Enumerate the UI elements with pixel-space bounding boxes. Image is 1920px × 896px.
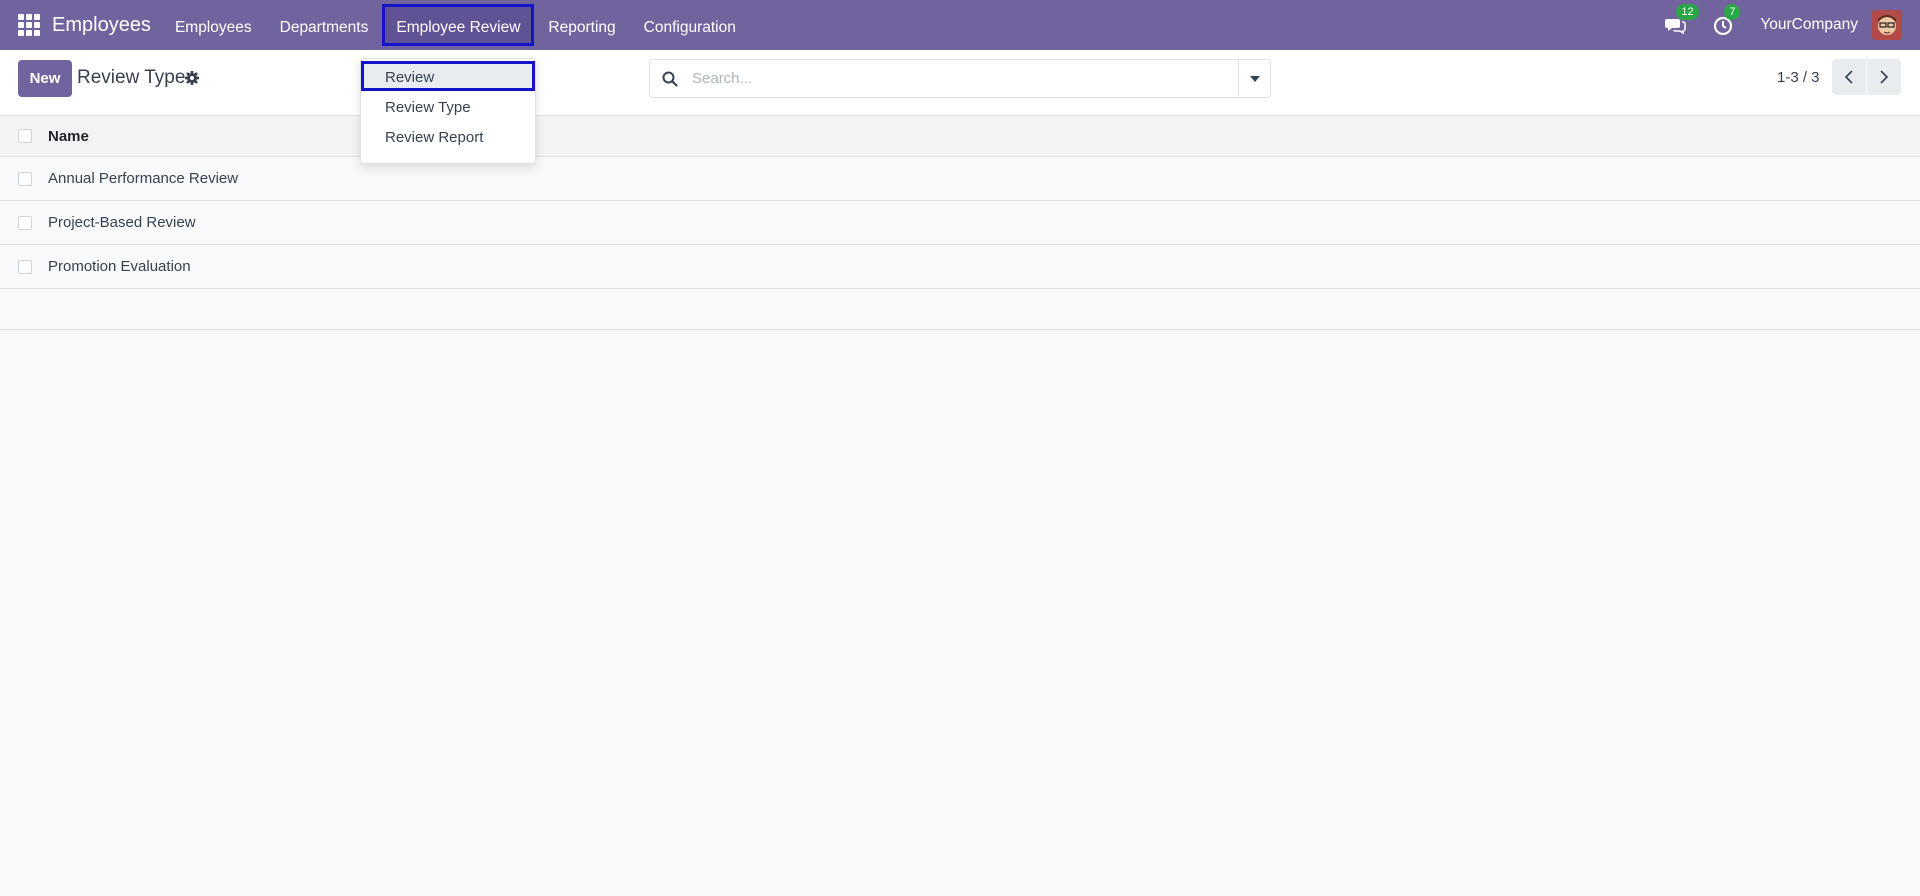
list-header: Name <box>0 116 1920 157</box>
row-name: Annual Performance Review <box>48 170 239 187</box>
dropdown-item-review[interactable]: Review <box>361 61 535 91</box>
search-input[interactable] <box>692 70 1232 87</box>
chevron-right-icon <box>1880 70 1889 84</box>
search-icon <box>662 71 678 87</box>
navbar-systray: 12 7 YourCompany <box>1664 0 1920 50</box>
top-navbar: Employees Employees Departments Employee… <box>0 0 1920 50</box>
company-switcher[interactable]: YourCompany <box>1760 16 1858 34</box>
row-name: Promotion Evaluation <box>48 258 191 275</box>
table-row[interactable]: Project-Based Review <box>0 201 1920 245</box>
column-header-name[interactable]: Name <box>48 128 89 145</box>
list-footer-spacer <box>0 289 1920 330</box>
dropdown-item-review-type[interactable]: Review Type <box>361 91 535 121</box>
menu-reporting[interactable]: Reporting <box>534 4 629 46</box>
activities-badge: 7 <box>1724 4 1741 20</box>
row-checkbox[interactable] <box>18 215 32 230</box>
row-name: Project-Based Review <box>48 214 196 231</box>
gear-icon[interactable] <box>184 70 200 86</box>
new-button[interactable]: New <box>18 60 72 97</box>
messages-icon[interactable]: 12 <box>1664 4 1699 36</box>
app-menu-grid-icon[interactable] <box>18 14 40 36</box>
row-checkbox[interactable] <box>18 171 32 186</box>
dropdown-item-review-report[interactable]: Review Report <box>361 121 535 151</box>
chevron-left-icon <box>1844 70 1853 84</box>
pager-value[interactable]: 1-3 / 3 <box>1777 69 1820 86</box>
select-all-checkbox[interactable] <box>18 129 32 143</box>
menu-employees[interactable]: Employees <box>161 4 266 46</box>
menu-configuration[interactable]: Configuration <box>630 4 750 46</box>
table-row[interactable]: Promotion Evaluation <box>0 245 1920 289</box>
employee-review-dropdown: Review Review Type Review Report <box>360 58 536 164</box>
messages-badge: 12 <box>1676 4 1699 20</box>
control-panel: New Review Type 1-3 / 3 <box>0 50 1920 116</box>
menu-departments[interactable]: Departments <box>266 4 383 46</box>
pager-next-button[interactable] <box>1867 59 1901 95</box>
caret-down-icon <box>1249 75 1260 82</box>
breadcrumb-title: Review Type <box>77 67 186 88</box>
table-row[interactable]: Annual Performance Review <box>0 157 1920 201</box>
menu-employee-review[interactable]: Employee Review <box>382 4 535 46</box>
activities-clock-icon[interactable]: 7 <box>1712 4 1741 36</box>
row-checkbox[interactable] <box>18 259 32 274</box>
user-avatar[interactable] <box>1872 10 1902 40</box>
review-type-list: Name Annual Performance Review Project-B… <box>0 116 1920 330</box>
pager-previous-button[interactable] <box>1832 59 1866 95</box>
search-options-toggle[interactable] <box>1238 60 1270 97</box>
app-title[interactable]: Employees <box>52 14 151 37</box>
search-bar <box>649 59 1271 98</box>
